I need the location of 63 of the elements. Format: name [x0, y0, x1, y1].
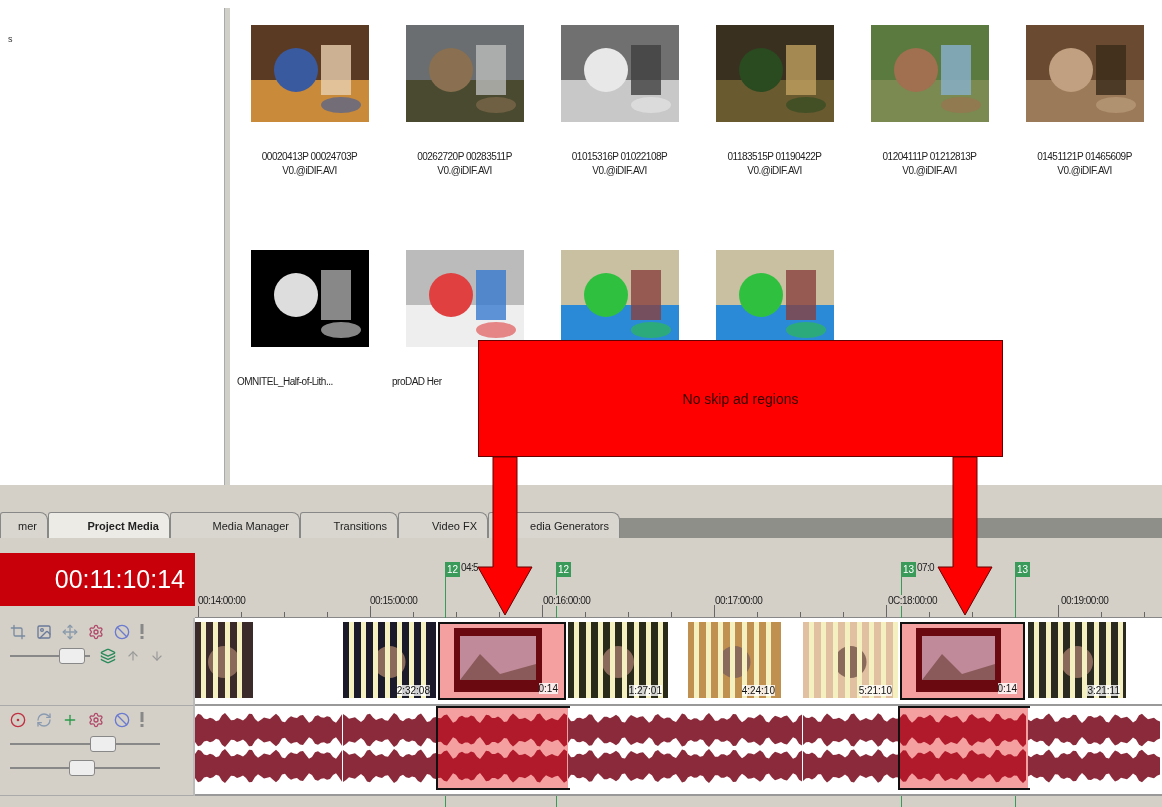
- tab[interactable]: mer: [0, 512, 48, 538]
- ruler-time: 00:16:00:00: [543, 595, 591, 606]
- refresh-icon[interactable]: [36, 712, 52, 728]
- clip-time: 0:14: [538, 683, 558, 694]
- ruler-time: 0C:18:00:00: [888, 595, 937, 606]
- settings-icon[interactable]: [88, 624, 104, 640]
- marker-flag[interactable]: 12: [445, 562, 460, 577]
- annotation-callout: No skip ad regions: [478, 340, 1003, 457]
- media-name: proDAD Her: [392, 375, 443, 389]
- layers-icon[interactable]: [100, 648, 116, 664]
- tab[interactable]: Project Media: [48, 512, 170, 538]
- arrow-down-icon[interactable]: [150, 649, 164, 663]
- plus-icon[interactable]: [62, 712, 78, 728]
- marker-flag[interactable]: 12: [556, 562, 571, 577]
- media-name: 01183515P 01190422P V0.@iDIF.AVI: [726, 150, 823, 178]
- slider[interactable]: [10, 760, 160, 776]
- marker-time: 07:0: [917, 562, 935, 573]
- video-clip[interactable]: 4:24:10: [688, 622, 781, 700]
- tab[interactable]: Media Manager: [170, 512, 300, 538]
- video-clip[interactable]: 0:14: [438, 622, 566, 700]
- media-name: OMNITEL_Half-of-Lith...: [237, 375, 334, 389]
- crop-icon[interactable]: [10, 624, 26, 640]
- slider[interactable]: [10, 736, 160, 752]
- marker-flag[interactable]: 13: [901, 562, 916, 577]
- ruler-time: 00:19:00:00: [1061, 595, 1109, 606]
- ruler-time: 00:17:00:00: [715, 595, 763, 606]
- timecode-display: 00:11:10:14: [0, 553, 195, 606]
- move-icon[interactable]: [62, 624, 78, 640]
- mute-icon[interactable]: [114, 712, 130, 728]
- ruler-time: 00:14:00:00: [198, 595, 246, 606]
- slider-thumb[interactable]: [59, 648, 86, 664]
- tab[interactable]: Video FX: [398, 512, 488, 538]
- marker-time: 04:5: [461, 562, 479, 573]
- marker-flag[interactable]: 13: [1015, 562, 1030, 577]
- clip-time: 2:32:08: [396, 685, 430, 696]
- image-icon[interactable]: [36, 624, 52, 640]
- slider-thumb[interactable]: [69, 760, 95, 776]
- video-clip[interactable]: 1:27:01: [568, 622, 668, 700]
- media-name: 00262720P 00283511P V0.@iDIF.AVI: [416, 150, 513, 178]
- clip-time: 0:14: [997, 683, 1017, 694]
- video-clip[interactable]: 3:21:11: [1028, 622, 1126, 700]
- media-name: 01204111P 01212813P V0.@iDIF.AVI: [881, 150, 978, 178]
- slider-thumb[interactable]: [90, 736, 116, 752]
- tab[interactable]: Transitions: [300, 512, 398, 538]
- arrow-up-icon[interactable]: [126, 649, 140, 663]
- media-name: 01015316P 01022108P V0.@iDIF.AVI: [570, 150, 669, 178]
- media-name: 00020413P 00024703P V0.@iDIF.AVI: [260, 150, 359, 178]
- video-clip[interactable]: 5:21:10: [803, 622, 898, 700]
- clip-time: 4:24:10: [741, 685, 775, 696]
- video-clip[interactable]: 0:14: [900, 622, 1025, 700]
- ruler-time: 00:15:00:00: [370, 595, 418, 606]
- media-name: 01451121P 01465609P V0.@iDIF.AVI: [1036, 150, 1133, 178]
- record-icon[interactable]: [10, 712, 26, 728]
- slider[interactable]: [10, 648, 90, 664]
- pane-text: s: [8, 34, 13, 44]
- clip-time: 3:21:11: [1087, 685, 1120, 696]
- clip-time: 5:21:10: [858, 685, 892, 696]
- exclamation-icon[interactable]: [140, 712, 144, 728]
- exclamation-icon[interactable]: [140, 624, 144, 640]
- clip-time: 1:27:01: [628, 685, 662, 696]
- video-clip[interactable]: 2:32:08: [343, 622, 436, 700]
- mute-icon[interactable]: [114, 624, 130, 640]
- settings-icon[interactable]: [88, 712, 104, 728]
